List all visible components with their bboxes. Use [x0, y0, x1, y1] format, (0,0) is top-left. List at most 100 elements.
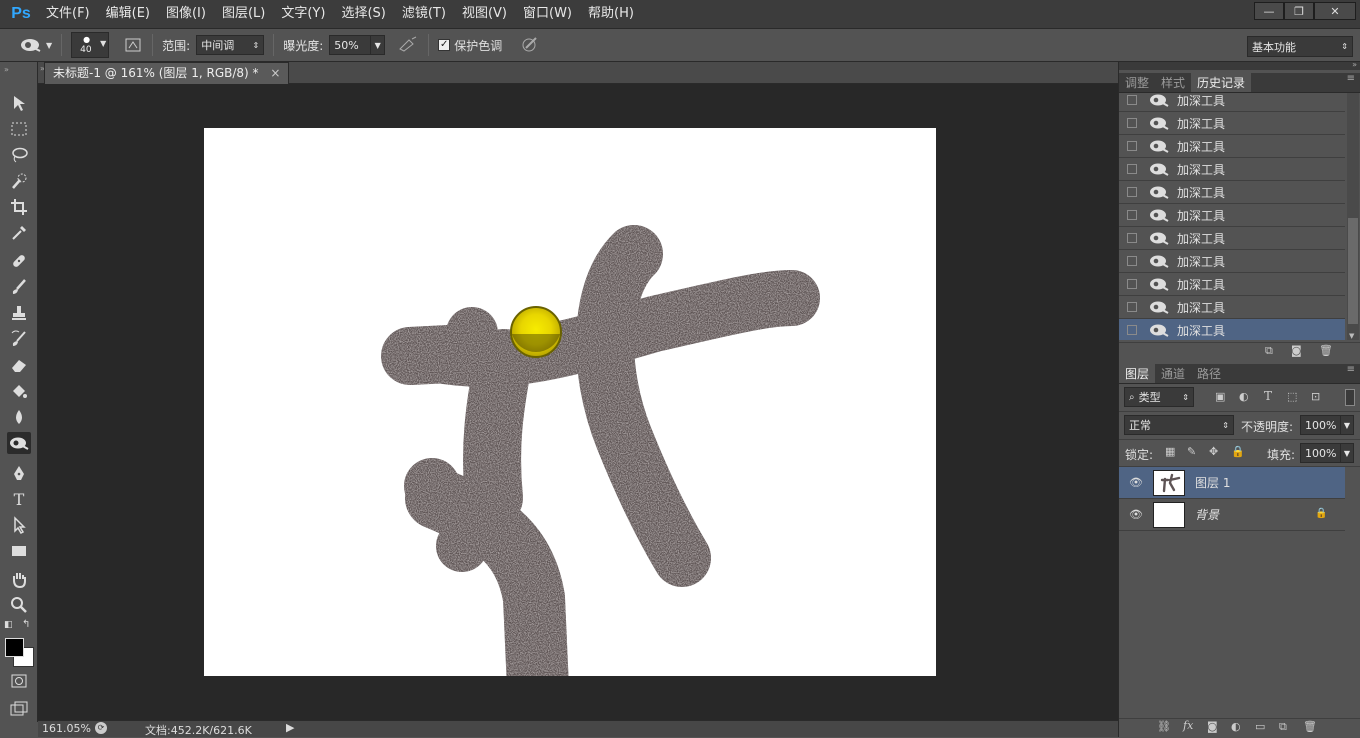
brush-size-picker[interactable]: ● 40 ▼ — [71, 32, 110, 58]
range-select[interactable]: 中间调 ⇕ — [196, 35, 265, 55]
menu-layer[interactable]: 图层(L) — [214, 0, 273, 28]
history-brush-tool-icon[interactable] — [7, 328, 31, 350]
new-layer-icon[interactable]: ⧉ — [1279, 720, 1287, 734]
menu-file[interactable]: 文件(F) — [38, 0, 98, 28]
chevron-down-icon[interactable]: ▼ — [1340, 416, 1353, 434]
canvas-area[interactable] — [38, 84, 1118, 720]
lock-pixels-icon[interactable]: ✎ — [1187, 445, 1196, 458]
zoom-tool-icon[interactable] — [7, 594, 31, 616]
type-tool-icon[interactable]: T — [7, 488, 31, 510]
filter-adjustment-icon[interactable]: ◐ — [1239, 390, 1249, 403]
share-icon[interactable]: ⟳ — [95, 722, 107, 734]
history-item[interactable]: 加深工具 — [1119, 296, 1345, 319]
fx-icon[interactable]: fx — [1183, 719, 1193, 732]
protect-tones-checkbox[interactable]: ✓ 保护色调 — [438, 37, 502, 54]
panel-menu-icon[interactable]: ≡ — [1347, 364, 1355, 375]
layer-row[interactable]: 👁 背景 🔒 — [1119, 499, 1345, 531]
hand-tool-icon[interactable] — [7, 568, 31, 590]
filter-type-icon[interactable]: T — [1264, 389, 1272, 403]
history-snapshot-checkbox[interactable] — [1127, 164, 1137, 174]
menu-type[interactable]: 文字(Y) — [273, 0, 333, 28]
crop-tool-icon[interactable] — [7, 196, 31, 218]
blur-tool-icon[interactable] — [7, 406, 31, 428]
chevron-down-icon[interactable]: ▼ — [1340, 444, 1353, 462]
menu-view[interactable]: 视图(V) — [454, 0, 515, 28]
eraser-tool-icon[interactable] — [7, 354, 31, 376]
camera-icon[interactable]: ◙ — [1291, 344, 1302, 357]
airbrush-toggle[interactable] — [397, 36, 419, 55]
new-group-icon[interactable]: ▭ — [1255, 720, 1265, 733]
artboard[interactable] — [204, 128, 936, 676]
menu-select[interactable]: 选择(S) — [333, 0, 393, 28]
scroll-down-icon[interactable]: ▼ — [1349, 332, 1354, 340]
history-snapshot-checkbox[interactable] — [1127, 256, 1137, 266]
history-item[interactable]: 加深工具 — [1119, 273, 1345, 296]
chevron-down-icon[interactable]: ▼ — [370, 36, 384, 54]
opacity-field[interactable]: 100% ▼ — [1300, 415, 1354, 435]
filter-toggle[interactable] — [1345, 389, 1355, 406]
lock-position-icon[interactable]: ✥ — [1209, 445, 1218, 458]
tab-layers[interactable]: 图层 — [1119, 364, 1156, 383]
trash-icon[interactable]: 🗑 — [1303, 720, 1317, 733]
history-snapshot-checkbox[interactable] — [1127, 187, 1137, 197]
layer-row[interactable]: 👁 图层 1 — [1119, 467, 1345, 499]
history-snapshot-checkbox[interactable] — [1127, 210, 1137, 220]
zoom-level[interactable]: 161.05% — [42, 722, 91, 735]
layer-filter-select[interactable]: ⌕ 类型 ⇕ — [1124, 387, 1194, 407]
healing-brush-tool-icon[interactable] — [7, 250, 31, 272]
history-scrollbar[interactable]: ▼ — [1347, 93, 1359, 340]
status-menu-arrow-icon[interactable]: ▶ — [286, 721, 294, 734]
document-tab[interactable]: 未标题-1 @ 161% (图层 1, RGB/8) * × — [44, 62, 290, 84]
history-snapshot-checkbox[interactable] — [1127, 325, 1137, 335]
lasso-tool-icon[interactable] — [7, 144, 31, 166]
new-document-from-state-icon[interactable]: ⧉ — [1265, 344, 1273, 358]
collapse-icon[interactable]: » — [1352, 60, 1357, 69]
eyedropper-tool-icon[interactable] — [7, 222, 31, 244]
trash-icon[interactable]: 🗑 — [1319, 344, 1333, 357]
menu-edit[interactable]: 编辑(E) — [98, 0, 158, 28]
restore-button[interactable]: ❐ — [1284, 2, 1314, 20]
visibility-eye-icon[interactable]: 👁 — [1129, 476, 1143, 489]
history-snapshot-checkbox[interactable] — [1127, 233, 1137, 243]
menu-window[interactable]: 窗口(W) — [515, 0, 580, 28]
pen-tool-icon[interactable] — [7, 462, 31, 484]
history-item[interactable]: 加深工具 — [1119, 181, 1345, 204]
adjustment-layer-icon[interactable]: ◐ — [1231, 720, 1241, 733]
filter-smart-object-icon[interactable]: ⊡ — [1311, 390, 1320, 403]
history-snapshot-checkbox[interactable] — [1127, 95, 1137, 105]
menu-image[interactable]: 图像(I) — [158, 0, 214, 28]
default-colors-icon[interactable]: ◧ — [4, 620, 13, 630]
history-item[interactable]: 加深工具 — [1119, 319, 1345, 340]
link-layers-icon[interactable]: ⛓ — [1157, 720, 1171, 733]
history-item[interactable]: 加深工具 — [1119, 227, 1345, 250]
history-snapshot-checkbox[interactable] — [1127, 279, 1137, 289]
paint-bucket-tool-icon[interactable] — [7, 380, 31, 402]
history-snapshot-checkbox[interactable] — [1127, 118, 1137, 128]
history-item[interactable]: 加深工具 — [1119, 204, 1345, 227]
path-selection-tool-icon[interactable] — [7, 514, 31, 536]
workspace-switcher[interactable]: 基本功能 ⇕ — [1247, 36, 1353, 57]
history-item[interactable]: 加深工具 — [1119, 135, 1345, 158]
scrollbar-thumb[interactable] — [1348, 218, 1358, 324]
lock-transparent-icon[interactable]: ▦ — [1165, 445, 1175, 458]
exposure-field[interactable]: 50% ▼ — [329, 35, 386, 55]
brush-panel-toggle[interactable] — [123, 36, 143, 54]
rectangle-tool-icon[interactable] — [7, 540, 31, 562]
tab-styles[interactable]: 样式 — [1155, 73, 1191, 92]
close-tab-icon[interactable]: × — [270, 66, 280, 80]
move-tool-icon[interactable] — [7, 92, 31, 114]
panel-menu-icon[interactable]: ≡ — [1347, 73, 1355, 84]
filter-pixel-icon[interactable]: ▣ — [1215, 390, 1225, 403]
tab-adjustments[interactable]: 调整 — [1119, 73, 1155, 92]
collapse-icon[interactable]: » — [4, 65, 9, 74]
pressure-size-toggle[interactable] — [520, 35, 540, 56]
add-mask-icon[interactable]: ◙ — [1207, 720, 1218, 733]
blend-mode-select[interactable]: 正常 ⇕ — [1124, 415, 1234, 435]
visibility-eye-icon[interactable]: 👁 — [1129, 508, 1143, 521]
tab-history[interactable]: 历史记录 — [1191, 73, 1252, 92]
brush-tool-icon[interactable] — [7, 276, 31, 298]
close-button[interactable]: ✕ — [1314, 2, 1356, 20]
history-item[interactable]: 加深工具 — [1119, 158, 1345, 181]
history-snapshot-checkbox[interactable] — [1127, 141, 1137, 151]
history-item[interactable]: 加深工具 — [1119, 93, 1345, 112]
